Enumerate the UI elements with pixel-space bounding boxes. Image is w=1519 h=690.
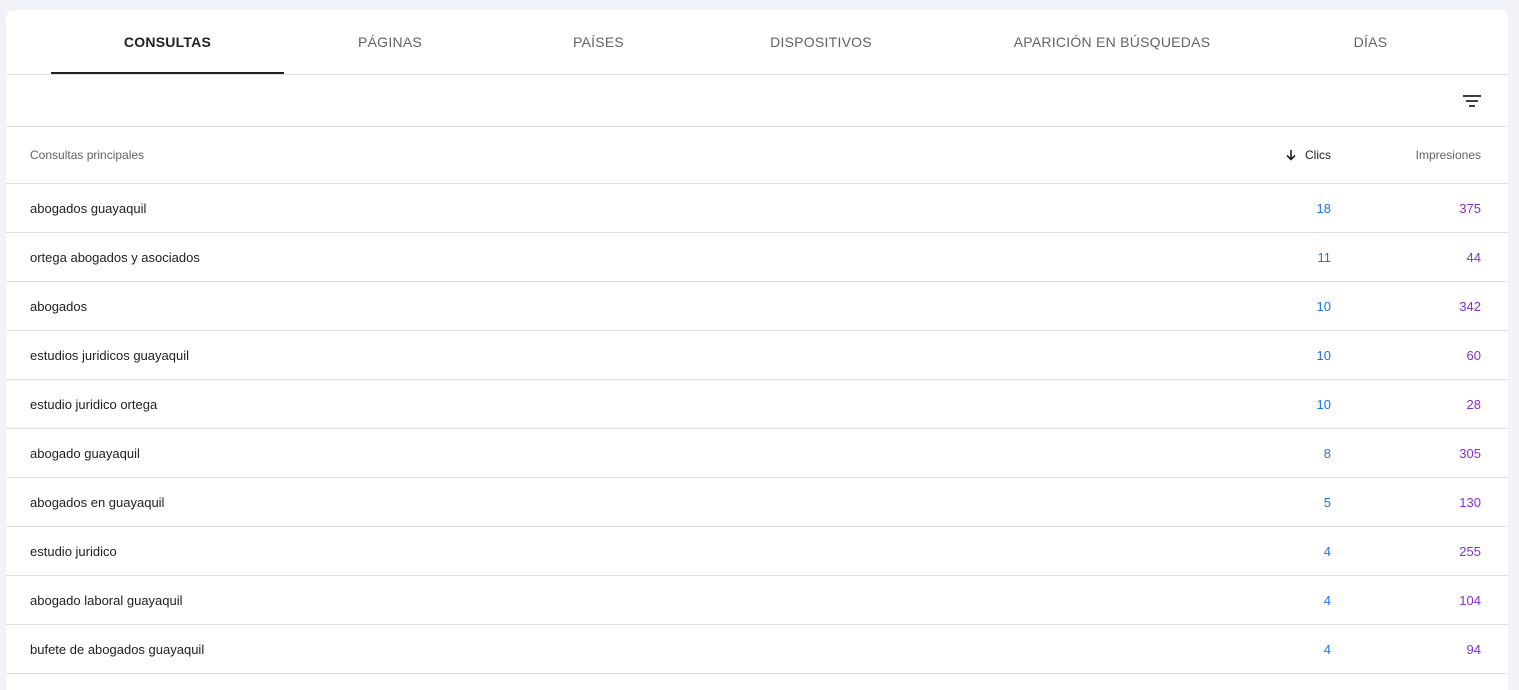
table-row[interactable]: abogado laboral guayaquil 4 104	[6, 576, 1508, 625]
filter-button[interactable]	[1458, 87, 1486, 115]
table-row[interactable]: abogados guayaquil 18 375	[6, 184, 1508, 233]
row-query: abogado guayaquil	[30, 445, 140, 461]
row-query: abogado laboral guayaquil	[30, 592, 183, 608]
row-query: abogados en guayaquil	[30, 494, 165, 510]
column-header-impressions[interactable]: Impresiones	[1416, 127, 1481, 183]
performance-card: CONSULTAS PÁGINAS PAÍSES DISPOSITIVOS AP…	[6, 10, 1508, 690]
row-clicks: 18	[1316, 200, 1331, 216]
table-toolbar	[6, 75, 1508, 127]
row-impressions: 375	[1459, 200, 1481, 216]
column-header-clicks-label: Clics	[1305, 148, 1331, 162]
row-clicks: 4	[1323, 641, 1331, 657]
row-query: abogados guayaquil	[30, 200, 147, 216]
row-impressions: 44	[1466, 249, 1481, 265]
row-impressions: 94	[1466, 641, 1481, 657]
table-row[interactable]: estudios juridicos guayaquil 10 60	[6, 331, 1508, 380]
table-row[interactable]: estudio juridico ortega 10 28	[6, 380, 1508, 429]
table-row[interactable]: bufete de abogados guayaquil 4 94	[6, 625, 1508, 674]
tab-dias[interactable]: DÍAS	[1283, 10, 1458, 74]
table-row[interactable]: abogados en guayaquil 5 130	[6, 478, 1508, 527]
tab-aparicion-en-busquedas[interactable]: APARICIÓN EN BÚSQUEDAS	[941, 10, 1283, 74]
row-impressions: 104	[1459, 592, 1481, 608]
row-clicks: 10	[1316, 347, 1331, 363]
row-clicks: 8	[1323, 445, 1331, 461]
report-tabs: CONSULTAS PÁGINAS PAÍSES DISPOSITIVOS AP…	[6, 10, 1508, 75]
row-impressions: 342	[1459, 298, 1481, 314]
row-impressions: 305	[1459, 445, 1481, 461]
filter-icon	[1463, 95, 1481, 107]
row-query: ortega abogados y asociados	[30, 249, 200, 265]
tab-dispositivos[interactable]: DISPOSITIVOS	[701, 10, 941, 74]
row-impressions: 130	[1459, 494, 1481, 510]
column-header-clicks[interactable]: Clics	[1285, 127, 1331, 183]
row-clicks: 11	[1317, 249, 1332, 265]
table-row[interactable]: abogados 10 342	[6, 282, 1508, 331]
row-query: estudios juridicos guayaquil	[30, 347, 189, 363]
row-clicks: 5	[1323, 494, 1331, 510]
row-query: abogados	[30, 298, 88, 314]
column-header-query: Consultas principales	[30, 148, 145, 162]
row-query: estudio juridico ortega	[30, 396, 158, 412]
row-impressions: 255	[1459, 543, 1481, 559]
table-row[interactable]: abogado guayaquil 8 305	[6, 429, 1508, 478]
row-clicks: 10	[1316, 298, 1331, 314]
tab-paginas[interactable]: PÁGINAS	[284, 10, 496, 74]
active-tab-indicator	[51, 72, 284, 74]
table-body: abogados guayaquil 18 375 ortega abogados y…	[6, 184, 1508, 674]
row-query: bufete de abogados guayaquil	[30, 641, 205, 657]
arrow-down-icon	[1285, 149, 1297, 161]
tab-paises[interactable]: PAÍSES	[496, 10, 701, 74]
row-clicks: 10	[1316, 396, 1331, 412]
row-impressions: 28	[1466, 396, 1481, 412]
row-clicks: 4	[1323, 543, 1331, 559]
table-row[interactable]: estudio juridico 4 255	[6, 527, 1508, 576]
table-row[interactable]: ortega abogados y asociados 11 44	[6, 233, 1508, 282]
row-impressions: 60	[1466, 347, 1481, 363]
row-clicks: 4	[1323, 592, 1331, 608]
table-header: Consultas principales Clics Impresiones	[6, 127, 1508, 184]
row-query: estudio juridico	[30, 543, 117, 559]
tab-consultas[interactable]: CONSULTAS	[51, 10, 284, 74]
